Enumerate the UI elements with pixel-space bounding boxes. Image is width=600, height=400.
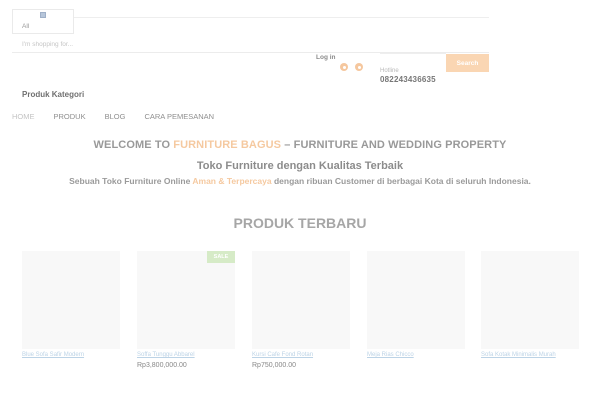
product-name[interactable]: Meja Rias Chicco	[367, 352, 465, 358]
category-select-value: All	[22, 23, 30, 30]
product-category-menu[interactable]: Produk Kategori	[22, 90, 84, 99]
welcome-prefix: WELCOME TO	[93, 139, 171, 151]
product-name[interactable]: Soffa Tunggu Abbarel	[137, 352, 235, 358]
category-select[interactable]: All	[12, 9, 74, 34]
product-card[interactable]: Blue Sofa Safir Modern	[22, 251, 120, 358]
welcome-suffix: – FURNITURE AND WEDDING PROPERTY	[284, 139, 507, 151]
nav-blog[interactable]: BLOG	[105, 112, 126, 121]
product-image[interactable]	[22, 251, 120, 349]
product-card[interactable]: Meja Rias Chicco	[367, 251, 465, 358]
welcome-heading: WELCOME TO FURNITURE BAGUS – FURNITURE A…	[0, 139, 600, 151]
tagline: Toko Furniture dengan Kualitas Terbaik	[196, 160, 404, 172]
search-button[interactable]: Search	[446, 54, 489, 72]
product-image[interactable]	[367, 251, 465, 349]
product-image[interactable]	[252, 251, 350, 349]
product-image[interactable]: SALE	[137, 251, 235, 349]
sale-badge: SALE	[207, 251, 235, 263]
description-highlight: Aman & Terpercaya	[192, 176, 272, 186]
dropdown-icon	[40, 12, 46, 18]
product-price: Rp750,000.00	[252, 362, 296, 369]
product-card[interactable]: Sofa Kotak Minimalis Murah	[481, 251, 579, 358]
product-image[interactable]	[481, 251, 579, 349]
product-name[interactable]: Sofa Kotak Minimalis Murah	[481, 352, 579, 358]
description-suffix: dengan ribuan Customer di berbagai Kota …	[273, 176, 531, 186]
store-description: Sebuah Toko Furniture Online Aman & Terp…	[0, 176, 600, 186]
product-card[interactable]: SALE Soffa Tunggu Abbarel Rp3,800,000.00	[137, 251, 235, 369]
hotline-phone[interactable]: 082243436635	[380, 75, 436, 84]
product-name[interactable]: Blue Sofa Safir Modern	[22, 352, 120, 358]
product-price: Rp3,800,000.00	[137, 362, 187, 369]
header-top-divider	[12, 17, 489, 18]
nav-home[interactable]: HOME	[12, 112, 35, 121]
nav-produk[interactable]: PRODUK	[54, 112, 86, 121]
login-link[interactable]: Log in	[316, 54, 336, 61]
facebook-icon[interactable]	[340, 63, 348, 71]
product-card[interactable]: Kursi Cafe Fond Rotan Rp750,000.00	[252, 251, 350, 369]
search-input[interactable]	[12, 37, 489, 53]
contact-divider	[380, 53, 446, 54]
product-name[interactable]: Kursi Cafe Fond Rotan	[252, 352, 350, 358]
hotline-label: Hotline	[380, 68, 399, 74]
latest-products-title: PRODUK TERBARU	[233, 215, 367, 231]
main-nav: HOME PRODUK BLOG CARA PEMESANAN	[12, 112, 233, 121]
description-prefix: Sebuah Toko Furniture Online	[69, 176, 191, 186]
brand-name: FURNITURE BAGUS	[173, 139, 282, 151]
instagram-icon[interactable]	[355, 63, 363, 71]
nav-cara-pemesanan[interactable]: CARA PEMESANAN	[144, 112, 214, 121]
